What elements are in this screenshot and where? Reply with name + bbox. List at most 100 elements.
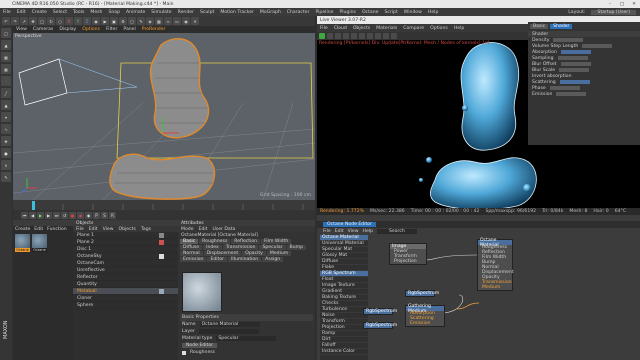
- image-node[interactable]: Image Power Transform Projection: [389, 243, 427, 265]
- undo-icon[interactable]: ↶: [2, 17, 10, 25]
- tab-editor[interactable]: Editor: [207, 257, 228, 262]
- menu-pipeline[interactable]: Pipeline: [312, 10, 336, 15]
- layer-field[interactable]: [198, 329, 259, 334]
- obj-menu-objects[interactable]: Objects: [119, 227, 136, 232]
- menu-help[interactable]: Help: [425, 10, 441, 15]
- object-row[interactable]: Sphere: [73, 302, 178, 309]
- menu-simulate[interactable]: Simulate: [148, 10, 174, 15]
- object-row[interactable]: OctaneCam: [73, 260, 178, 267]
- menu-plugins[interactable]: Plugins: [336, 10, 358, 15]
- menu-edit[interactable]: Edit: [14, 10, 29, 15]
- camera-icon[interactable]: ◉: [182, 17, 190, 25]
- layout-selector[interactable]: Layout: Startup (User): [565, 9, 636, 15]
- vp-menu-filter[interactable]: Filter: [103, 27, 120, 32]
- tab-diffuse[interactable]: Diffuse: [180, 245, 203, 250]
- menu-snap[interactable]: Snap: [105, 10, 123, 15]
- polygons-mode-icon[interactable]: ▲: [1, 100, 11, 110]
- scale-icon[interactable]: □: [38, 17, 46, 25]
- record-icon[interactable]: ●: [69, 211, 76, 219]
- subdivision-icon[interactable]: ◈: [146, 17, 154, 25]
- rotate-icon[interactable]: ↻: [47, 17, 55, 25]
- menu-window[interactable]: Window: [401, 10, 425, 15]
- texture-tag-icon[interactable]: [159, 232, 164, 238]
- lock-workplane-icon[interactable]: ●: [1, 148, 11, 158]
- save-image-icon[interactable]: [383, 33, 389, 39]
- tab-medium[interactable]: Medium: [266, 251, 292, 256]
- tab-bump[interactable]: Bump: [286, 245, 307, 250]
- step-length-slider[interactable]: [582, 44, 613, 48]
- material-preview[interactable]: [182, 272, 222, 312]
- pause-render-icon[interactable]: [335, 33, 341, 39]
- edges-mode-icon[interactable]: ╱: [1, 88, 11, 98]
- light-icon[interactable]: ☀: [191, 17, 199, 25]
- start-render-icon[interactable]: [319, 33, 325, 39]
- tab-index[interactable]: Index: [203, 245, 222, 250]
- tab-emission[interactable]: Emission: [180, 257, 207, 262]
- node-editor-button[interactable]: Node Editor: [182, 343, 218, 348]
- perspective-viewport[interactable]: Perspective Grid Spacing : 100 cm: [13, 33, 315, 200]
- tab-assign[interactable]: Assign: [262, 257, 284, 262]
- array-icon[interactable]: ▩: [155, 17, 163, 25]
- redo-icon[interactable]: ↷: [11, 17, 19, 25]
- stop-render-icon[interactable]: [343, 33, 349, 39]
- brush-icon[interactable]: ✎: [1, 172, 11, 182]
- autokey-icon[interactable]: ◉: [77, 211, 84, 219]
- menu-animate[interactable]: Animate: [123, 10, 148, 15]
- density-slider[interactable]: [553, 38, 584, 42]
- tab-transmission[interactable]: Transmission: [222, 245, 259, 250]
- phase-slider[interactable]: [549, 86, 580, 90]
- next-key-icon[interactable]: ▶: [45, 211, 52, 219]
- blur-scale-slider[interactable]: [559, 68, 590, 72]
- material-swatch[interactable]: Octane: [15, 234, 30, 252]
- material-tag-icon[interactable]: [159, 288, 164, 294]
- lv-menu-compare[interactable]: Compare: [400, 26, 427, 31]
- vp-menu-prorender[interactable]: ProRender: [139, 27, 169, 32]
- roughness-checkbox[interactable]: [182, 350, 186, 355]
- object-row[interactable]: Unreflective: [73, 267, 178, 274]
- prev-key-icon[interactable]: ◀: [29, 211, 36, 219]
- menu-select[interactable]: Select: [50, 10, 70, 15]
- make-editable-icon[interactable]: □: [1, 28, 11, 38]
- attr-menu-user-data[interactable]: User Data: [212, 227, 235, 232]
- coordinate-system-icon[interactable]: ◉: [92, 17, 100, 25]
- lv-menu-file[interactable]: File: [317, 26, 331, 31]
- region-render-icon[interactable]: [359, 33, 365, 39]
- texture-tag-icon[interactable]: [159, 239, 164, 245]
- attr-menu-edit[interactable]: Edit: [199, 227, 208, 232]
- tab-node-shader[interactable]: Shader: [550, 24, 573, 29]
- go-start-icon[interactable]: ⏮: [21, 211, 28, 219]
- tab-node-basic[interactable]: Basic: [530, 24, 549, 29]
- recent-tool-icon[interactable]: ○: [56, 17, 64, 25]
- position-key-icon[interactable]: P: [93, 211, 100, 219]
- lv-menu-materials[interactable]: Materials: [373, 26, 400, 31]
- absorption-link[interactable]: [560, 50, 591, 54]
- tab-reflection[interactable]: Reflection: [231, 239, 261, 244]
- menu-sculpt[interactable]: Sculpt: [197, 10, 217, 15]
- texture-mode-icon[interactable]: ▦: [1, 52, 11, 62]
- pick-focus-icon[interactable]: [367, 33, 373, 39]
- object-row[interactable]: Quantity: [73, 281, 178, 288]
- snap-icon[interactable]: ⎈: [1, 136, 11, 146]
- tab-normal[interactable]: Normal: [180, 251, 203, 256]
- obj-menu-file[interactable]: File: [76, 227, 84, 232]
- render-settings-icon[interactable]: ⚙: [119, 17, 127, 25]
- minimize-icon[interactable]: –: [604, 0, 616, 8]
- object-row[interactable]: OctaneSky: [73, 253, 178, 260]
- points-mode-icon[interactable]: ⋅: [1, 76, 11, 86]
- metaball-lower[interactable]: [109, 153, 216, 200]
- tab-roughness[interactable]: Roughness: [199, 239, 231, 244]
- tab-illumination[interactable]: Illumination: [228, 257, 262, 262]
- menu-create[interactable]: Create: [29, 10, 50, 15]
- rotation-key-icon[interactable]: R: [109, 211, 116, 219]
- restart-render-icon[interactable]: [327, 33, 333, 39]
- render-picture-viewer-icon[interactable]: ▣: [110, 17, 118, 25]
- node-port[interactable]: Emission: [406, 321, 444, 326]
- object-row[interactable]: Plane 2: [73, 239, 178, 246]
- node-port[interactable]: Projection: [390, 259, 426, 264]
- menu-character[interactable]: Character: [284, 10, 313, 15]
- maximize-icon[interactable]: □: [616, 0, 628, 8]
- rgb-spectrum-node[interactable]: RgbSpectrum: [405, 290, 439, 297]
- blur-offset-slider[interactable]: [560, 62, 591, 66]
- node-port[interactable]: Medium: [478, 285, 512, 290]
- menu-octane[interactable]: Octane: [359, 10, 382, 15]
